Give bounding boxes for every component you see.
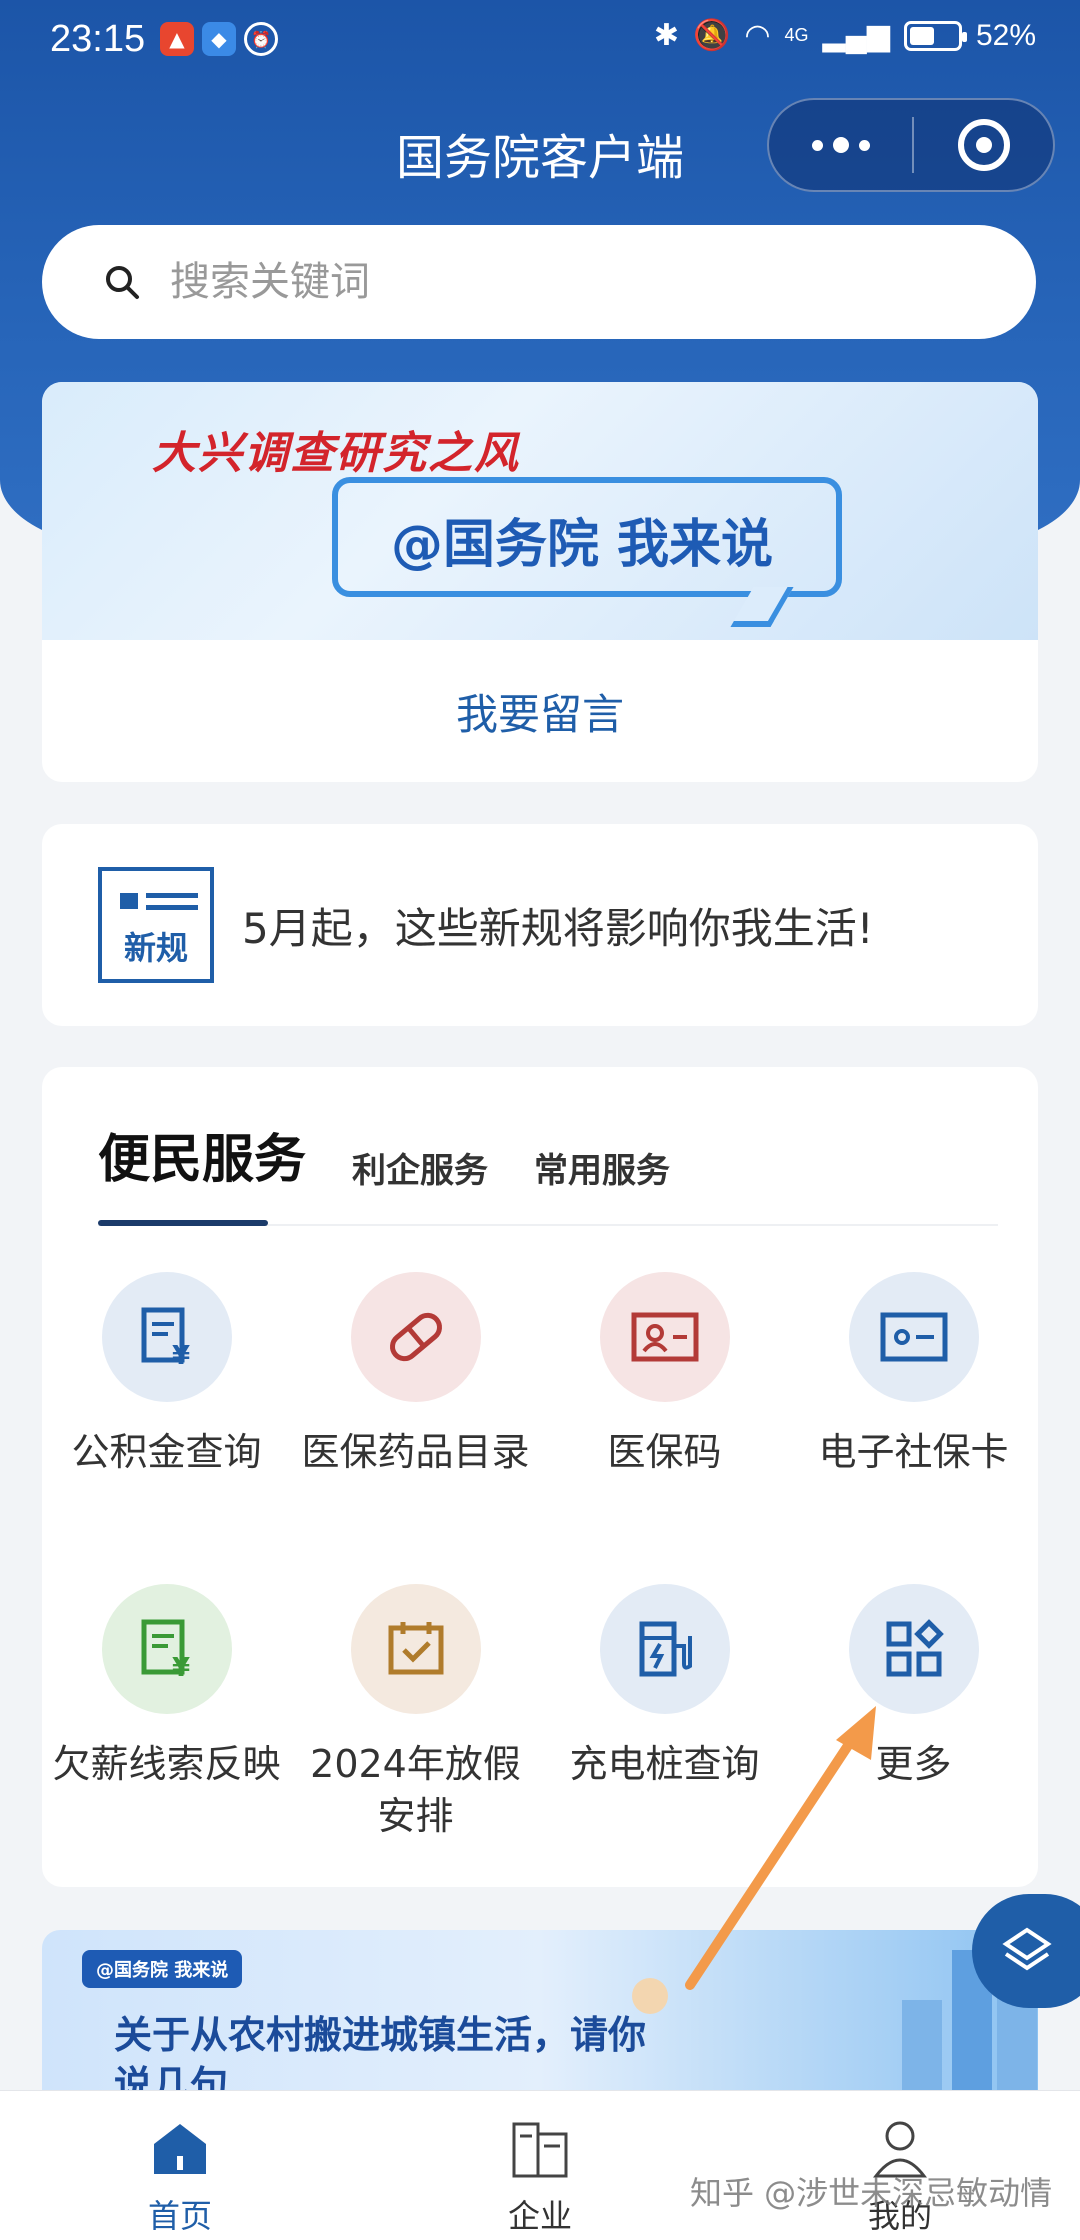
social-card-icon	[848, 1272, 979, 1402]
close-miniprogram-button[interactable]	[914, 119, 1053, 171]
battery-icon	[903, 20, 967, 51]
promo-tag: @国务院 我来说	[82, 1950, 243, 1988]
more-dot-icon	[811, 139, 823, 151]
service-label: 充电桩查询	[569, 1742, 760, 1786]
news-headline[interactable]: 5月起，这些新规将影响你我生活!	[242, 895, 874, 956]
service-label: 医保药品目录	[301, 1430, 530, 1474]
service-label: 电子社保卡	[818, 1430, 1009, 1474]
service-label: 2024年放假安排	[310, 1742, 521, 1838]
leave-message-link[interactable]: 我要留言	[42, 640, 1038, 782]
service-provident-fund[interactable]: ¥ 公积金查询	[42, 1272, 291, 1478]
service-medical-insurance-code[interactable]: 医保码	[540, 1272, 789, 1478]
banner-image[interactable]: 大兴调查研究之风 @国务院 我来说	[42, 382, 1038, 640]
more-dot-icon	[832, 137, 849, 153]
charging-pile-icon	[599, 1584, 730, 1714]
wage-document-icon: ¥	[101, 1584, 232, 1714]
banner-headline: @国务院 我来说	[390, 515, 774, 575]
wifi-icon: ◠	[744, 19, 771, 52]
promo-banner[interactable]: @国务院 我来说 关于从农村搬进城镇生活，请你说几句	[42, 1930, 1038, 2090]
status-time: 23:15	[50, 18, 146, 60]
service-more[interactable]: 更多	[789, 1584, 1038, 1790]
svg-text:¥: ¥	[172, 1653, 190, 1682]
nav-home-label: 首页	[147, 2197, 212, 2235]
id-card-icon	[599, 1272, 730, 1402]
more-dot-icon	[858, 139, 870, 151]
promo-decoration	[632, 1978, 668, 2014]
feedback-banner-card[interactable]: 大兴调查研究之风 @国务院 我来说 我要留言	[42, 382, 1038, 782]
service-label: 欠薪线索反映	[52, 1742, 281, 1786]
nav-home[interactable]: 首页	[70, 2113, 290, 2237]
nav-enterprise[interactable]: 企业	[430, 2113, 650, 2237]
enterprise-icon	[505, 2113, 575, 2183]
watermark: 知乎 @涉世未深忌敏动情	[690, 2174, 1053, 2212]
pill-icon	[350, 1272, 481, 1402]
battery-percent: 52%	[975, 18, 1036, 52]
status-bar: 23:15 ▲ ◆ ⏰ ✱ 🔕 ◠ 4G ▂▄▆ 52%	[0, 0, 1080, 86]
bottom-navigation: 首页 企业 我的	[0, 2090, 1080, 2240]
service-holiday-schedule[interactable]: 2024年放假安排	[291, 1584, 540, 1842]
network-type: 4G	[784, 25, 809, 45]
new-regulation-icon: 新规	[98, 867, 214, 983]
search-input[interactable]	[170, 259, 870, 305]
alarm-icon: ⏰	[244, 22, 278, 56]
home-icon	[145, 2113, 215, 2183]
bluetooth-icon: ✱	[653, 19, 679, 52]
news-icon-label: 新规	[123, 929, 188, 967]
shield-icon: ◆	[202, 22, 236, 56]
service-medical-drug-catalog[interactable]: 医保药品目录	[291, 1272, 540, 1478]
more-options-button[interactable]	[769, 100, 912, 190]
news-item[interactable]: 新规 5月起，这些新规将影响你我生活!	[42, 824, 1038, 1026]
app-notification-icon: ▲	[160, 22, 194, 56]
tab-citizen-services[interactable]: 便民服务	[98, 1117, 306, 1192]
layers-float-button[interactable]	[972, 1894, 1080, 2008]
svg-text:¥: ¥	[172, 1341, 190, 1370]
fund-document-icon: ¥	[101, 1272, 232, 1402]
service-social-security-card[interactable]: 电子社保卡	[789, 1272, 1038, 1478]
signal-icon: ▂▄▆	[822, 19, 890, 52]
grid-more-icon	[848, 1584, 979, 1714]
tab-enterprise-services[interactable]: 利企服务	[352, 1143, 488, 1192]
service-tabs: 便民服务 利企服务 常用服务	[98, 1117, 716, 1192]
search-icon	[92, 252, 152, 312]
target-icon	[957, 119, 1010, 171]
tab-common-services[interactable]: 常用服务	[534, 1143, 670, 1192]
services-panel: 便民服务 利企服务 常用服务 ¥ 公积金查询 医保药品目录 医保码 电子社保卡 …	[42, 1067, 1038, 1887]
layers-icon	[1002, 1927, 1052, 1971]
promo-building	[902, 2000, 942, 2090]
calendar-check-icon	[350, 1584, 481, 1714]
banner-slogan: 大兴调查研究之风	[152, 428, 520, 479]
search-bar[interactable]	[42, 225, 1036, 339]
service-unpaid-wages[interactable]: ¥ 欠薪线索反映	[42, 1584, 291, 1790]
nav-enterprise-label: 企业	[507, 2197, 572, 2235]
miniprogram-capsule	[767, 98, 1055, 192]
active-tab-indicator	[98, 1220, 268, 1226]
service-label: 医保码	[607, 1430, 722, 1474]
mute-icon: 🔕	[692, 19, 731, 52]
promo-title: 关于从农村搬进城镇生活，请你说几句	[114, 2013, 647, 2090]
service-charging-pile[interactable]: 充电桩查询	[540, 1584, 789, 1790]
service-label: 更多	[875, 1742, 952, 1786]
service-label: 公积金查询	[71, 1430, 262, 1474]
